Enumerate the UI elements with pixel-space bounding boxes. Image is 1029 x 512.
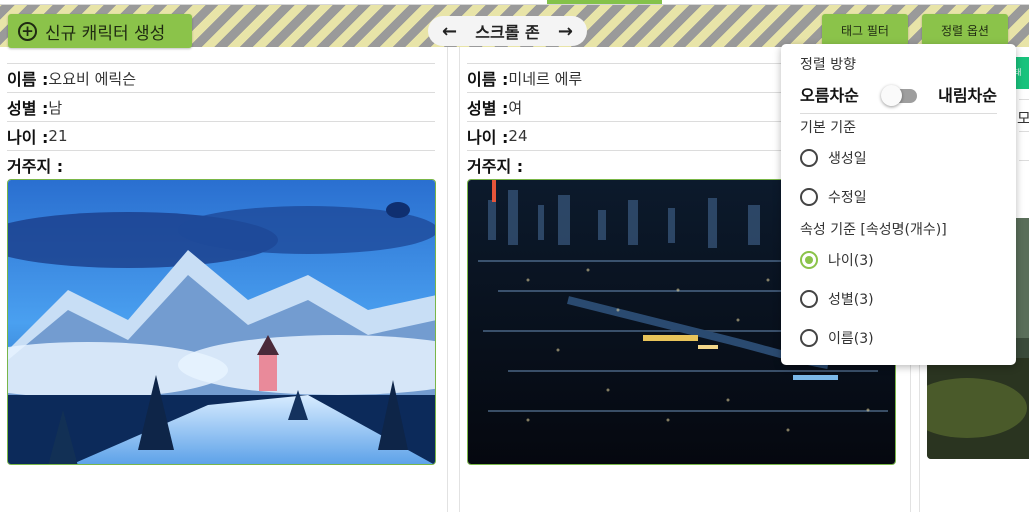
radio-option-modified[interactable]: 수정일 — [800, 187, 867, 207]
radio-option-gender[interactable]: 성별(3) — [800, 289, 874, 309]
residence-row: 거주지 : — [7, 150, 435, 179]
sort-direction-title: 정렬 방향 — [800, 57, 856, 73]
arrow-right-icon[interactable]: → — [558, 21, 573, 42]
gender-row: 성별 : 남 — [7, 92, 435, 121]
radio-label: 이름(3) — [828, 331, 874, 347]
sort-options-dropdown: 정렬 방향 오름차순 내림차순 기본 기준 생성일 수정일 속성 기준 [속성명… — [781, 44, 1016, 365]
age-value: 24 — [508, 127, 528, 145]
radio-label: 나이(3) — [828, 253, 874, 269]
age-row: 나이 : 21 — [7, 121, 435, 150]
radio-option-name[interactable]: 이름(3) — [800, 328, 874, 348]
gender-value: 여 — [508, 98, 523, 117]
arrow-left-icon[interactable]: ← — [442, 21, 457, 42]
switch-knob — [880, 85, 902, 106]
radio-icon — [800, 329, 818, 347]
radio-label: 수정일 — [828, 190, 867, 206]
sort-direction-toggle-row: 오름차순 내림차순 — [800, 82, 997, 106]
gender-label: 성별 : — [7, 99, 49, 118]
new-character-button[interactable]: + 신규 캐릭터 생성 — [8, 14, 192, 48]
residence-label: 거주지 : — [467, 157, 524, 176]
name-label: 이름 : — [7, 70, 49, 89]
card-row-line — [1019, 160, 1029, 161]
tag-filter-button[interactable]: 태그 필터 — [822, 14, 908, 46]
scroll-zone: ← 스크롤 존 → — [428, 16, 587, 46]
divider — [800, 113, 997, 114]
scroll-zone-label: 스크롤 존 — [475, 23, 540, 42]
radio-selected-icon — [800, 251, 818, 269]
top-toolbar: + 신규 캐릭터 생성 ← 스크롤 존 → 태그 필터 정렬 옵션 — [0, 5, 1029, 48]
radio-label: 생성일 — [828, 151, 867, 167]
card-row-line — [1019, 131, 1029, 132]
snowy-mountain-chapel-image — [8, 180, 435, 464]
name-value: 미네르 에루 — [508, 69, 583, 88]
radio-icon — [800, 149, 818, 167]
name-row: 이름 : 오요비 에릭슨 — [7, 63, 435, 92]
age-label: 나이 : — [467, 128, 509, 147]
radio-icon — [800, 290, 818, 308]
partial-card-text: 모 — [1017, 109, 1029, 127]
radio-icon — [800, 188, 818, 206]
name-label: 이름 : — [467, 70, 509, 89]
descending-label: 내림차순 — [938, 86, 997, 105]
basic-criteria-title: 기본 기준 — [800, 120, 856, 136]
plus-circle-icon: + — [18, 21, 37, 41]
age-value: 21 — [48, 127, 68, 145]
character-image[interactable] — [7, 179, 436, 465]
ascending-label: 오름차순 — [800, 86, 859, 105]
sort-direction-switch[interactable] — [880, 83, 917, 106]
new-character-label: 신규 캐릭터 생성 — [45, 23, 166, 44]
sort-options-button[interactable]: 정렬 옵션 — [922, 14, 1008, 46]
age-label: 나이 : — [7, 128, 49, 147]
card-row-line — [1019, 99, 1029, 100]
gender-label: 성별 : — [467, 99, 509, 118]
radio-option-age[interactable]: 나이(3) — [800, 250, 874, 270]
radio-label: 성별(3) — [828, 292, 874, 308]
column-divider — [459, 47, 460, 512]
gender-value: 남 — [48, 98, 63, 117]
name-value: 오요비 에릭슨 — [48, 69, 136, 88]
character-card[interactable]: 이름 : 오요비 에릭슨 성별 : 남 나이 : 21 거주지 : — [7, 63, 436, 465]
column-divider — [447, 47, 448, 512]
radio-option-created[interactable]: 생성일 — [800, 148, 867, 168]
attribute-criteria-title: 속성 기준 [속성명(개수)] — [800, 222, 947, 238]
residence-label: 거주지 : — [7, 157, 64, 176]
